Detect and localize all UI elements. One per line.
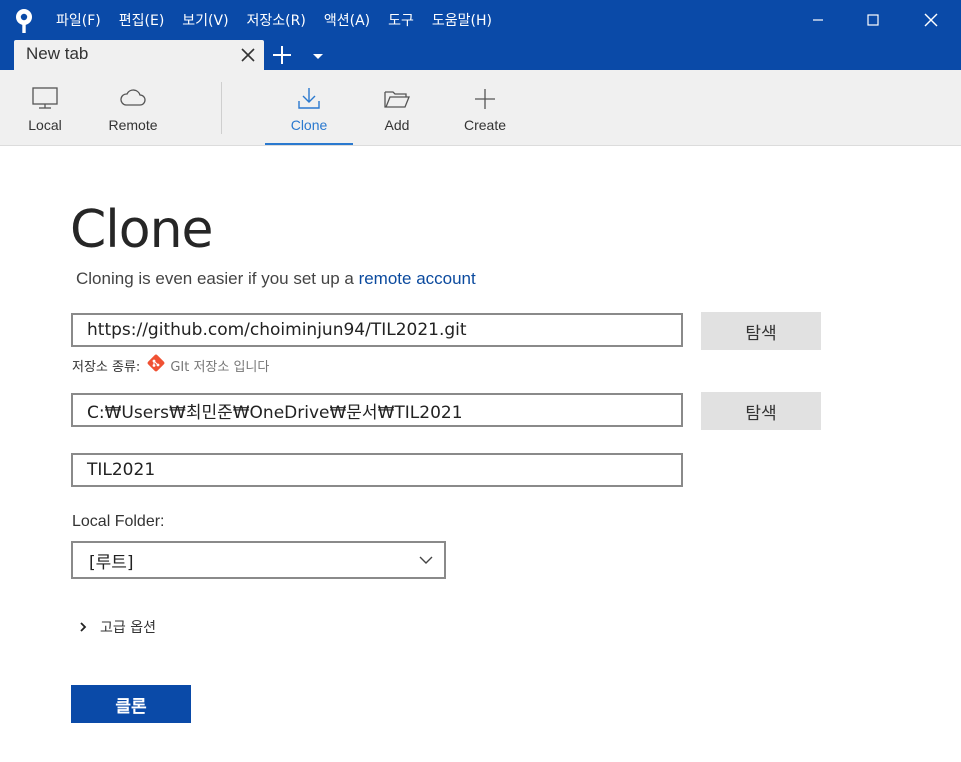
browse-path-button[interactable]: 탐색: [701, 392, 821, 430]
subtitle-text: Cloning is even easier if you set up a: [76, 269, 359, 288]
tab-close-icon[interactable]: [238, 45, 258, 65]
toolbar: Local Remote Clone Add Create: [0, 70, 961, 146]
minimize-button[interactable]: [795, 0, 841, 40]
menu-actions[interactable]: 액션(A): [324, 10, 370, 30]
tab-strip: New tab: [0, 40, 961, 70]
toolbar-clone-label: Clone: [290, 117, 328, 133]
local-folder-select[interactable]: [루트]: [71, 541, 446, 579]
download-icon: [296, 86, 322, 112]
page-title: Clone: [70, 200, 214, 260]
local-folder-value: [루트]: [89, 552, 134, 573]
clone-button[interactable]: 클론: [71, 685, 191, 723]
toolbar-local[interactable]: Local: [14, 70, 76, 145]
source-url-input[interactable]: https://github.com/choiminjun94/TIL2021.…: [71, 313, 683, 347]
folder-open-icon: [383, 86, 411, 112]
tab-dropdown-icon[interactable]: [310, 48, 326, 64]
toolbar-remote-label: Remote: [108, 117, 158, 133]
advanced-options-toggle[interactable]: 고급 옵션: [78, 617, 156, 637]
toolbar-add[interactable]: Add: [372, 70, 422, 145]
toolbar-create-label: Create: [463, 117, 507, 133]
toolbar-divider: [221, 82, 222, 134]
cloud-icon: [119, 86, 147, 112]
sourcetree-logo-icon[interactable]: [12, 8, 36, 34]
toolbar-local-label: Local: [28, 117, 62, 133]
toolbar-remote[interactable]: Remote: [98, 70, 168, 145]
repo-name-input[interactable]: TIL2021: [71, 453, 683, 487]
git-icon: [146, 353, 166, 377]
plus-icon: [474, 86, 496, 112]
remote-account-link[interactable]: remote account: [359, 269, 476, 288]
toolbar-add-label: Add: [384, 117, 410, 133]
new-tab-plus-icon[interactable]: [270, 43, 294, 67]
menu-repository[interactable]: 저장소(R): [247, 10, 306, 30]
chevron-right-icon: [80, 622, 87, 632]
title-bar: 파일(F) 편집(E) 보기(V) 저장소(R) 액션(A) 도구 도움말(H): [0, 0, 961, 40]
close-window-button[interactable]: [908, 0, 954, 40]
local-folder-label: Local Folder:: [72, 513, 165, 530]
tab-label: New tab: [26, 44, 89, 63]
subtitle: Cloning is even easier if you set up a r…: [76, 269, 476, 289]
menu-edit[interactable]: 편집(E): [119, 10, 165, 30]
toolbar-create[interactable]: Create: [455, 70, 515, 145]
repo-type-value: GIt 저장소 입니다: [170, 359, 270, 375]
repo-type-label: 저장소 종류:: [72, 359, 141, 375]
chevron-down-icon: [419, 556, 433, 564]
close-icon: [924, 13, 938, 27]
repo-type-info: 저장소 종류: GIt 저장소 입니다: [72, 353, 269, 377]
menu-bar: 파일(F) 편집(E) 보기(V) 저장소(R) 액션(A) 도구 도움말(H): [56, 0, 510, 40]
maximize-button[interactable]: [850, 0, 896, 40]
menu-view[interactable]: 보기(V): [182, 10, 228, 30]
destination-path-input[interactable]: C:₩Users₩최민준₩OneDrive₩문서₩TIL2021: [71, 393, 683, 427]
browse-url-button[interactable]: 탐색: [701, 312, 821, 350]
advanced-options-label: 고급 옵션: [100, 620, 156, 636]
menu-tools[interactable]: 도구: [388, 10, 414, 30]
tab-new-tab[interactable]: New tab: [14, 40, 264, 70]
maximize-icon: [867, 14, 879, 26]
toolbar-clone[interactable]: Clone: [265, 70, 353, 145]
monitor-icon: [31, 86, 59, 112]
menu-help[interactable]: 도움말(H): [432, 10, 492, 30]
minimize-icon: [813, 19, 823, 21]
menu-file[interactable]: 파일(F): [56, 10, 101, 30]
